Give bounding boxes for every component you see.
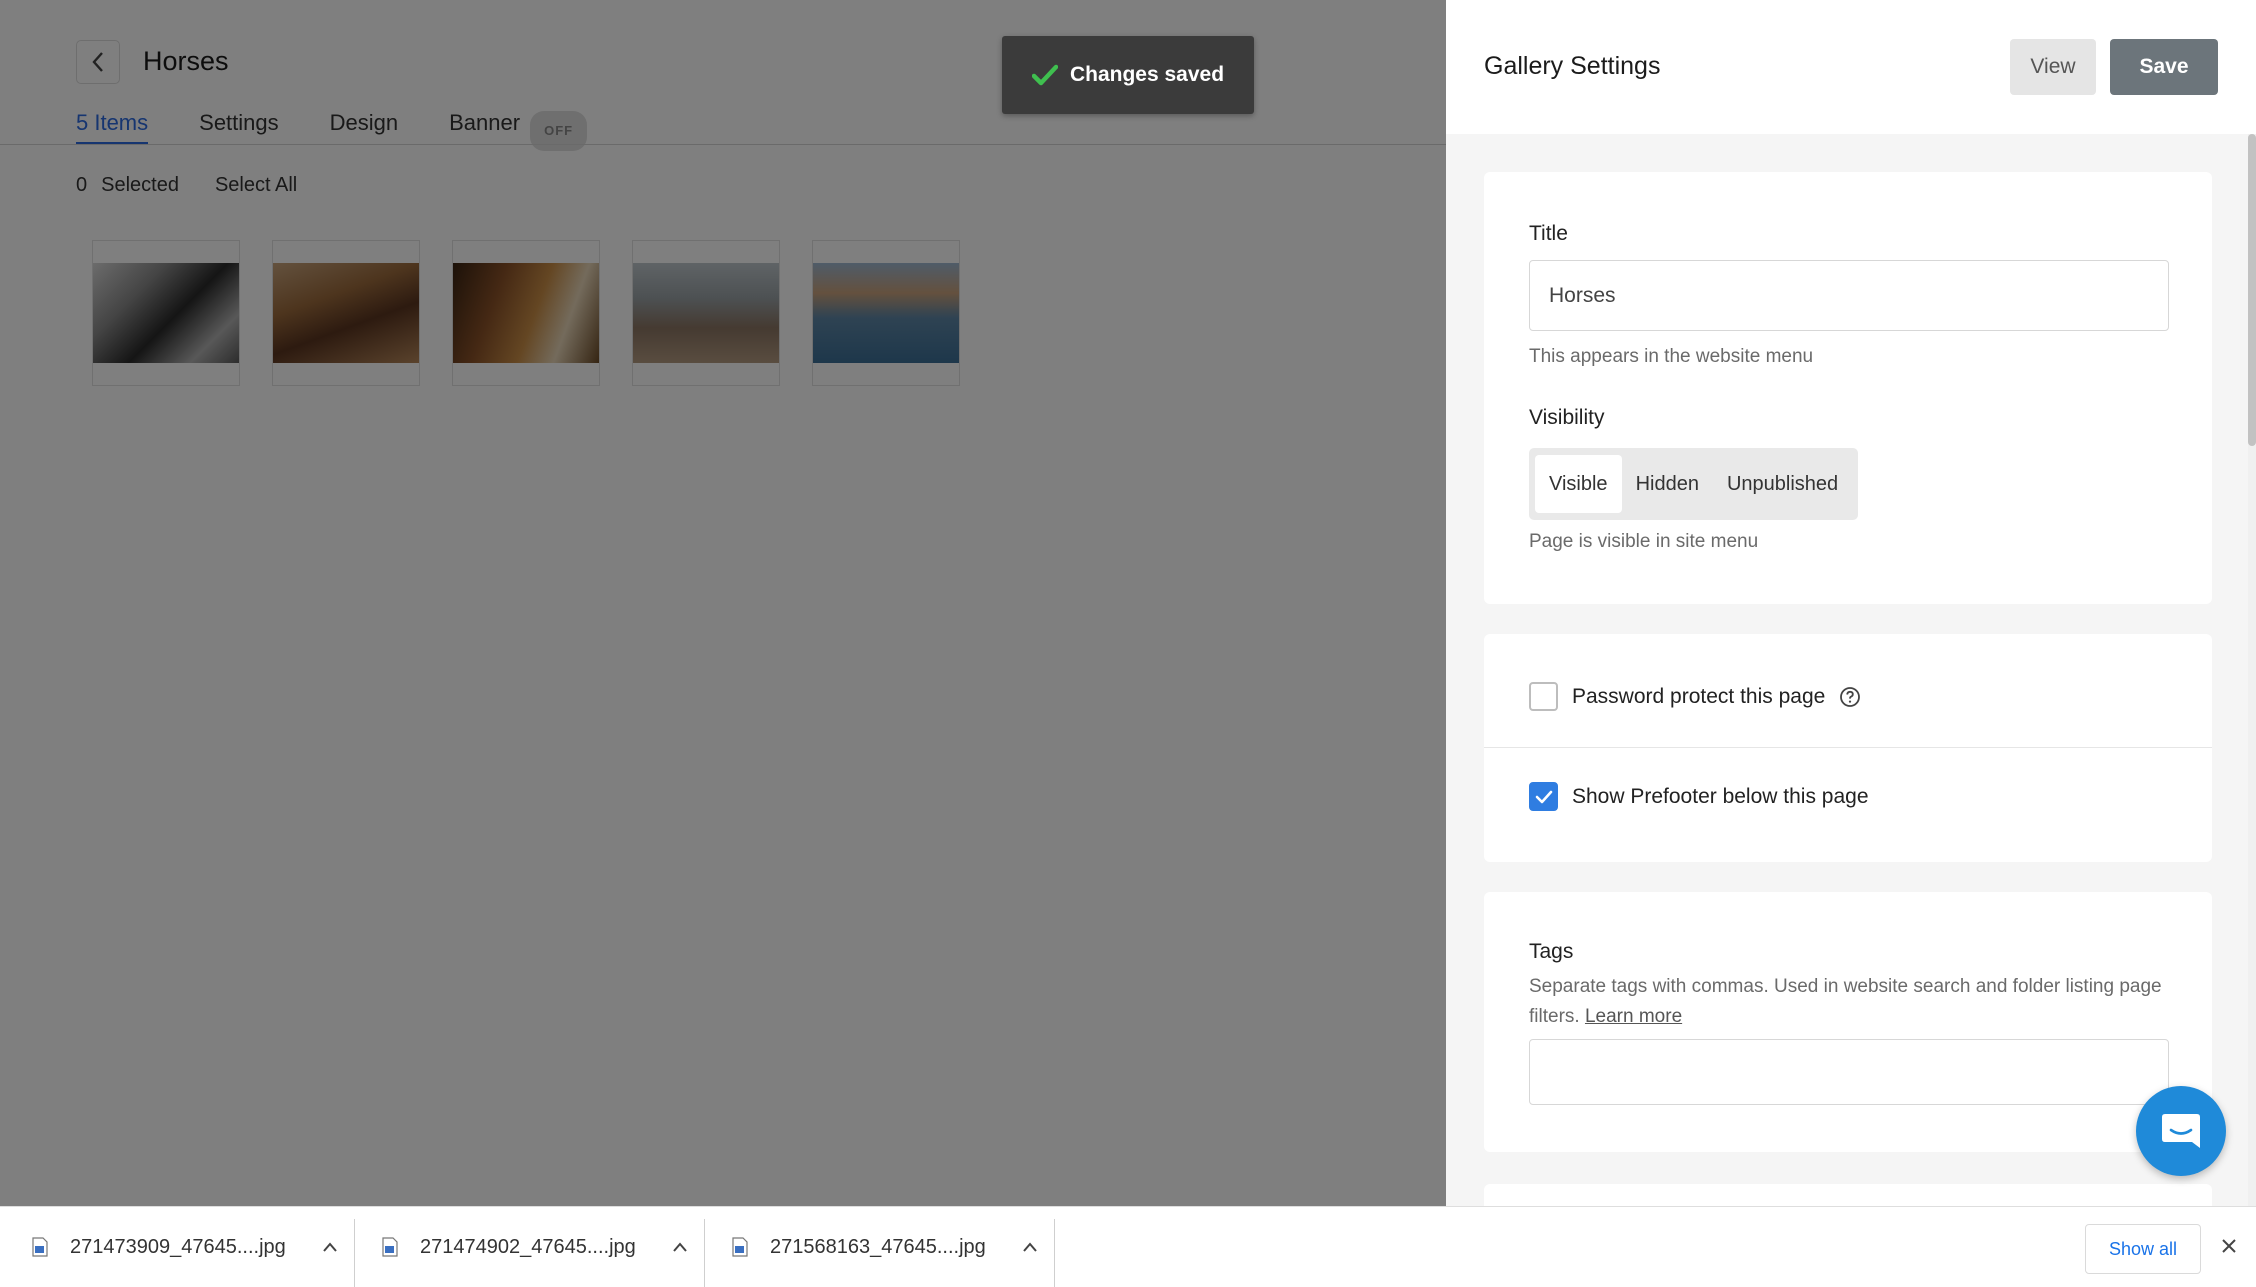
gallery-editor: Horses 5 Items Settings Design BannerOFF… bbox=[0, 0, 1446, 1206]
image-file-icon bbox=[32, 1237, 48, 1257]
chat-launcher-button[interactable] bbox=[2136, 1086, 2226, 1176]
prefooter-row: Show Prefooter below this page bbox=[1529, 782, 1869, 811]
panel-scrollbar-thumb[interactable] bbox=[2248, 134, 2256, 446]
image-file-icon bbox=[732, 1237, 748, 1257]
password-protect-row: Password protect this page bbox=[1529, 682, 1861, 711]
options-divider bbox=[1484, 747, 2212, 748]
visibility-option-unpublished[interactable]: Unpublished bbox=[1713, 455, 1852, 513]
download-separator bbox=[704, 1219, 705, 1287]
download-filename: 271474902_47645....jpg bbox=[420, 1235, 636, 1258]
visibility-option-visible[interactable]: Visible bbox=[1535, 455, 1622, 513]
prefooter-checkbox[interactable] bbox=[1529, 782, 1558, 811]
panel-header: Gallery Settings View Save bbox=[1446, 0, 2256, 134]
visibility-segmented-control: Visible Hidden Unpublished bbox=[1529, 448, 1859, 520]
help-circle-icon[interactable] bbox=[1839, 686, 1861, 708]
close-icon bbox=[2222, 1239, 2236, 1253]
chat-icon bbox=[2162, 1114, 2200, 1148]
show-all-downloads-button[interactable]: Show all bbox=[2085, 1224, 2201, 1274]
visibility-label: Visibility bbox=[1529, 406, 1605, 429]
password-protect-checkbox[interactable] bbox=[1529, 682, 1558, 711]
page-options-card: Password protect this page Show Prefoote… bbox=[1484, 634, 2212, 862]
gallery-settings-panel: Gallery Settings View Save Title Horses … bbox=[1446, 0, 2256, 1206]
tags-card: Tags Separate tags with commas. Used in … bbox=[1484, 892, 2212, 1152]
tags-help-text: Separate tags with commas. Used in websi… bbox=[1529, 972, 2169, 1032]
tags-input[interactable] bbox=[1529, 1039, 2169, 1105]
checkmark-icon bbox=[1535, 790, 1552, 803]
download-item[interactable]: 271568163_47645....jpg bbox=[732, 1207, 1038, 1287]
tags-label: Tags bbox=[1529, 940, 1574, 963]
title-help-text: This appears in the website menu bbox=[1529, 346, 1814, 367]
view-button[interactable]: View bbox=[2010, 39, 2096, 95]
download-separator bbox=[354, 1219, 355, 1287]
toast-notification: Changes saved bbox=[1002, 36, 1254, 114]
panel-title: Gallery Settings bbox=[1484, 52, 1661, 80]
title-label: Title bbox=[1529, 222, 1568, 245]
download-item[interactable]: 271474902_47645....jpg bbox=[382, 1207, 688, 1287]
visibility-help-text: Page is visible in site menu bbox=[1529, 531, 1759, 552]
visibility-option-hidden[interactable]: Hidden bbox=[1622, 455, 1713, 513]
image-file-icon bbox=[382, 1237, 398, 1257]
check-icon bbox=[1031, 64, 1058, 86]
save-button[interactable]: Save bbox=[2110, 39, 2218, 95]
password-protect-label: Password protect this page bbox=[1572, 684, 1826, 708]
title-input[interactable]: Horses bbox=[1529, 260, 2169, 331]
chevron-up-icon[interactable] bbox=[322, 1242, 338, 1252]
chevron-up-icon[interactable] bbox=[672, 1242, 688, 1252]
modal-overlay[interactable] bbox=[0, 0, 1446, 1206]
close-downloads-bar-button[interactable] bbox=[2218, 1235, 2240, 1257]
download-filename: 271568163_47645....jpg bbox=[770, 1235, 986, 1258]
download-filename: 271473909_47645....jpg bbox=[70, 1235, 286, 1258]
downloads-bar: 271473909_47645....jpg 271474902_47645..… bbox=[0, 1206, 2256, 1287]
title-input-value: Horses bbox=[1549, 283, 1616, 307]
general-settings-card: Title Horses This appears in the website… bbox=[1484, 172, 2212, 604]
next-settings-card bbox=[1484, 1184, 2212, 1206]
toast-message: Changes saved bbox=[1069, 63, 1225, 86]
learn-more-link[interactable]: Learn more bbox=[1585, 1006, 1682, 1027]
download-item[interactable]: 271473909_47645....jpg bbox=[32, 1207, 338, 1287]
chevron-up-icon[interactable] bbox=[1022, 1242, 1038, 1252]
download-separator bbox=[1054, 1219, 1055, 1287]
prefooter-label: Show Prefooter below this page bbox=[1572, 784, 1869, 808]
